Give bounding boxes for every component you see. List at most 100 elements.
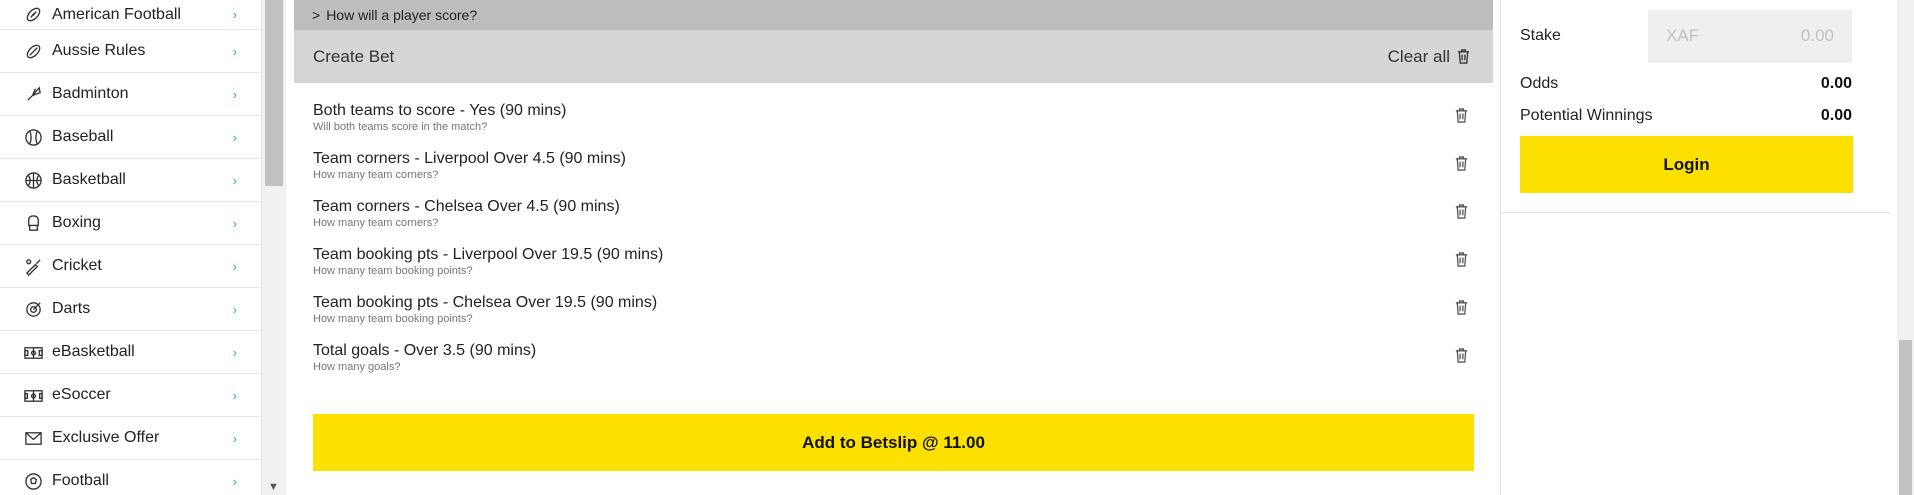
potential-winnings-value: 0.00 xyxy=(1820,107,1852,124)
stake-input[interactable]: XAF 0.00 xyxy=(1648,9,1852,63)
chevron-right-icon: › xyxy=(232,86,237,102)
sidebar-item-label: Badminton xyxy=(52,85,129,102)
sidebar-item-esoccer[interactable]: eSoccer › xyxy=(0,374,261,417)
sidebar-item-basketball[interactable]: Basketball › xyxy=(0,159,261,202)
chevron-right-icon: › xyxy=(232,215,237,231)
sidebar-item-label: Exclusive Offer xyxy=(52,429,160,446)
stake-value: 0.00 xyxy=(1800,26,1834,45)
sidebar-item-label: Baseball xyxy=(52,128,114,145)
odds-label: Odds xyxy=(1520,75,1559,92)
scroll-down-arrow-icon[interactable]: ▼ xyxy=(268,481,279,493)
potential-winnings-row: Potential Winnings 0.00 xyxy=(1520,106,1852,126)
trash-icon xyxy=(1455,204,1468,219)
bet-selection: Team corners - Chelsea Over 4.5 (90 mins… xyxy=(294,197,1493,245)
how-will-player-score-toggle[interactable]: > How will a player score? xyxy=(294,0,1493,30)
sidebar-item-badminton[interactable]: Badminton › xyxy=(0,73,261,116)
sidebar-item-label: Darts xyxy=(52,300,91,317)
sidebar-item-label: Football xyxy=(52,472,109,489)
ebasketball-icon xyxy=(22,341,44,363)
sports-sidebar: American Football › Aussie Rules › Badmi… xyxy=(0,0,262,495)
bet-selection-question: Will both teams score in the match? xyxy=(313,121,488,133)
chevron-right-icon: › xyxy=(232,172,237,188)
chevron-right-icon: › xyxy=(232,473,237,489)
football-icon xyxy=(22,470,44,492)
sidebar-scrollbar-thumb[interactable] xyxy=(265,0,283,186)
chevron-right-icon: › xyxy=(232,387,237,403)
currency-label: XAF xyxy=(1666,26,1700,45)
sidebar-item-aussie-rules[interactable]: Aussie Rules › xyxy=(0,30,261,73)
remove-selection-button[interactable] xyxy=(1454,299,1474,319)
sidebar-item-boxing[interactable]: Boxing › xyxy=(0,202,261,245)
bet-selection-question: How many goals? xyxy=(313,361,401,373)
badminton-icon xyxy=(22,83,44,105)
bet-selection-name: Team corners - Liverpool Over 4.5 (90 mi… xyxy=(313,150,626,167)
create-bet-header: Create Bet Clear all xyxy=(294,30,1493,83)
cricket-bat-icon xyxy=(22,255,44,277)
bet-selection: Team corners - Liverpool Over 4.5 (90 mi… xyxy=(294,149,1493,197)
chevron-right-icon: › xyxy=(232,301,237,317)
trash-icon xyxy=(1455,108,1468,123)
chevron-right-icon: > xyxy=(312,7,321,23)
sidebar-item-label: American Football xyxy=(52,5,181,23)
login-button[interactable]: Login xyxy=(1520,136,1853,193)
boxing-glove-icon xyxy=(22,212,44,234)
sidebar-item-label: Basketball xyxy=(52,171,126,188)
stake-row: Stake XAF 0.00 xyxy=(1520,8,1852,64)
sidebar-item-darts[interactable]: Darts › xyxy=(0,288,261,331)
sidebar-item-baseball[interactable]: Baseball › xyxy=(0,116,261,159)
odds-row: Odds 0.00 xyxy=(1520,74,1852,94)
darts-icon xyxy=(22,298,44,320)
esoccer-icon xyxy=(22,384,44,406)
remove-selection-button[interactable] xyxy=(1454,203,1474,223)
chevron-right-icon: › xyxy=(232,258,237,274)
bet-selection-question: How many team corners? xyxy=(313,217,439,229)
chevron-right-icon: › xyxy=(232,344,237,360)
sidebar-item-label: Boxing xyxy=(52,214,101,231)
bet-selection-question: How many team booking points? xyxy=(313,313,473,325)
create-bet-panel: > How will a player score? Create Bet Cl… xyxy=(294,0,1493,495)
sidebar-item-label: eSoccer xyxy=(52,386,111,403)
bet-selection: Team booking pts - Liverpool Over 19.5 (… xyxy=(294,245,1493,293)
bet-selection: Total goals - Over 3.5 (90 mins) How man… xyxy=(294,341,1493,389)
bet-selection-name: Total goals - Over 3.5 (90 mins) xyxy=(313,342,537,359)
bet-selection: Team booking pts - Chelsea Over 19.5 (90… xyxy=(294,293,1493,341)
sidebar-item-label: Cricket xyxy=(52,257,102,274)
american-football-icon xyxy=(22,4,44,26)
stake-label: Stake xyxy=(1520,27,1561,44)
bet-selection-question: How many team corners? xyxy=(313,169,439,181)
remove-selection-button[interactable] xyxy=(1454,347,1474,367)
sidebar-item-cricket[interactable]: Cricket › xyxy=(0,245,261,288)
sidebar-item-label: Aussie Rules xyxy=(52,42,146,59)
trash-icon xyxy=(1457,49,1470,64)
sidebar-item-label: eBasketball xyxy=(52,343,135,360)
aussie-rules-icon xyxy=(22,40,44,62)
sidebar-item-ebasketball[interactable]: eBasketball › xyxy=(0,331,261,374)
page-scrollbar[interactable] xyxy=(1897,0,1914,495)
divider xyxy=(1501,212,1890,213)
how-will-player-score-label: How will a player score? xyxy=(326,7,478,23)
envelope-icon xyxy=(22,427,44,449)
trash-icon xyxy=(1455,348,1468,363)
trash-icon xyxy=(1455,252,1468,267)
remove-selection-button[interactable] xyxy=(1454,251,1474,271)
clear-all-button[interactable]: Clear all xyxy=(1388,47,1471,67)
bet-selection-name: Team booking pts - Liverpool Over 19.5 (… xyxy=(313,246,664,263)
sidebar-item-american-football[interactable]: American Football › xyxy=(0,0,261,30)
trash-icon xyxy=(1455,156,1468,171)
baseball-icon xyxy=(22,126,44,148)
add-to-betslip-button[interactable]: Add to Betslip @ 11.00 xyxy=(313,414,1474,471)
trash-icon xyxy=(1455,300,1468,315)
remove-selection-button[interactable] xyxy=(1454,107,1474,127)
sidebar-scrollbar[interactable]: ▼ xyxy=(262,0,286,495)
remove-selection-button[interactable] xyxy=(1454,155,1474,175)
bet-selection-list: Both teams to score - Yes (90 mins) Will… xyxy=(294,83,1493,389)
betslip-panel: Stake XAF 0.00 Odds 0.00 Potential Winni… xyxy=(1500,0,1890,495)
bet-selection-name: Both teams to score - Yes (90 mins) xyxy=(313,102,567,119)
chevron-right-icon: › xyxy=(232,7,237,22)
sidebar-item-exclusive-offer[interactable]: Exclusive Offer › xyxy=(0,417,261,460)
basketball-icon xyxy=(22,169,44,191)
create-bet-title: Create Bet xyxy=(313,46,395,66)
sidebar-item-football[interactable]: Football › xyxy=(0,460,261,495)
page-scrollbar-thumb[interactable] xyxy=(1899,340,1912,495)
clear-all-label: Clear all xyxy=(1387,46,1450,66)
